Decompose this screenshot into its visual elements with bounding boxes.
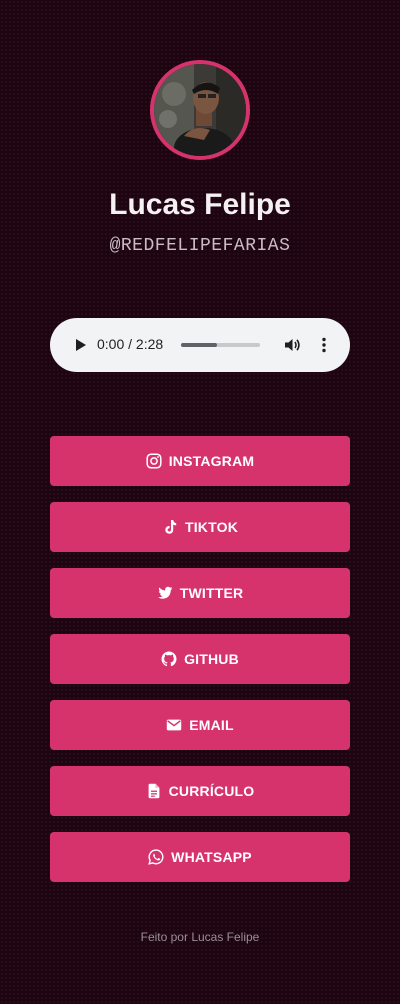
twitter-button[interactable]: TWITTER [50, 568, 350, 618]
email-label: EMAIL [189, 717, 234, 733]
play-icon[interactable] [70, 335, 90, 355]
document-icon [146, 783, 162, 799]
audio-player[interactable]: 0:00 / 2:28 [50, 318, 350, 372]
resume-button[interactable]: CURRÍCULO [50, 766, 350, 816]
github-icon [161, 651, 177, 667]
tiktok-label: TIKTOK [184, 519, 239, 535]
avatar-photo [154, 64, 246, 156]
link-list: INSTAGRAM TIKTOK TWITTER GITHUB EMAIL CU… [50, 436, 350, 898]
more-vertical-icon[interactable] [314, 335, 334, 355]
whatsapp-icon [148, 849, 164, 865]
instagram-button[interactable]: INSTAGRAM [50, 436, 350, 486]
email-icon [166, 717, 182, 733]
twitter-icon [157, 585, 173, 601]
instagram-icon [146, 453, 162, 469]
volume-icon[interactable] [282, 335, 302, 355]
github-button[interactable]: GITHUB [50, 634, 350, 684]
tiktok-button[interactable]: TIKTOK [50, 502, 350, 552]
profile-name: Lucas Felipe [109, 188, 291, 221]
whatsapp-button[interactable]: WHATSAPP [50, 832, 350, 882]
avatar [150, 60, 250, 160]
audio-progress-bar[interactable] [181, 343, 260, 347]
email-button[interactable]: EMAIL [50, 700, 350, 750]
profile-handle: @REDFELIPEFARIAS [109, 236, 291, 256]
github-label: GITHUB [184, 651, 239, 667]
resume-label: CURRÍCULO [168, 783, 255, 799]
tiktok-icon [162, 519, 178, 535]
footer-credit: Feito por Lucas Felipe [140, 930, 260, 944]
audio-time: 0:00 / 2:28 [97, 336, 164, 352]
audio-buffer-fill [181, 343, 217, 347]
whatsapp-label: WHATSAPP [171, 849, 252, 865]
instagram-label: INSTAGRAM [168, 453, 255, 469]
twitter-label: TWITTER [179, 585, 244, 601]
